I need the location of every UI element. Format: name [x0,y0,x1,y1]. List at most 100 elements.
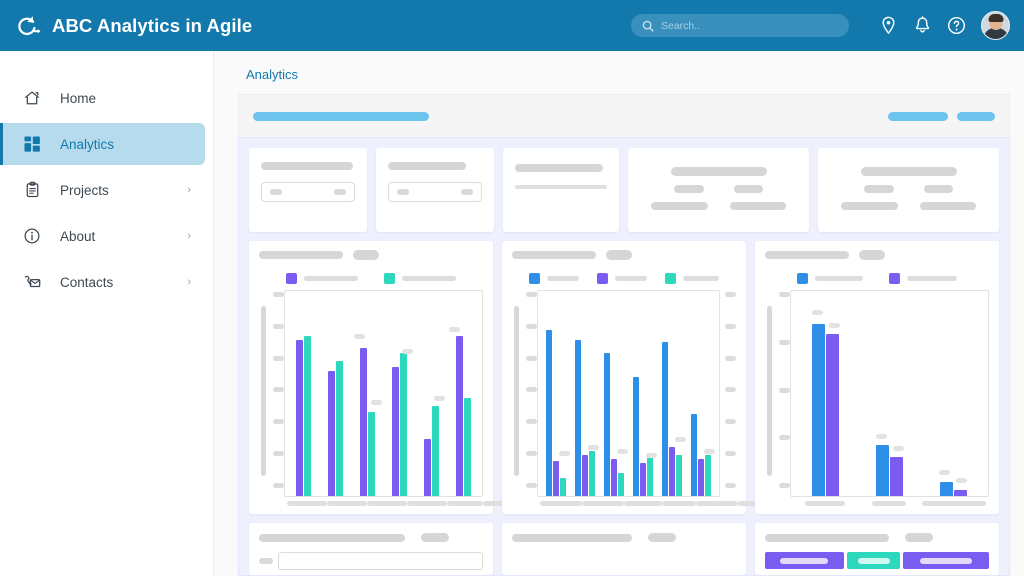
bar[interactable] [431,405,439,496]
bar[interactable] [640,463,647,496]
sidebar-item-home[interactable]: Home [0,77,205,119]
bell-icon[interactable] [905,9,939,43]
bar[interactable] [698,459,705,496]
bar[interactable] [559,477,566,496]
input-left-marker [397,189,409,195]
bar[interactable] [581,455,588,496]
bar[interactable] [647,457,654,496]
bar[interactable] [633,377,640,496]
chart-header [259,250,483,260]
bar[interactable] [890,457,903,496]
toolbar-primary-bar[interactable] [253,111,429,121]
bar[interactable] [463,397,471,496]
segment-bar[interactable] [903,552,989,569]
brand[interactable]: ABC Analytics in Agile [14,13,252,39]
bar[interactable] [669,446,676,496]
filter-card-1[interactable] [249,148,367,232]
stat-card-5[interactable] [818,148,999,232]
stat-title-bar [860,167,957,176]
stat-card-4[interactable] [628,148,809,232]
bar-value-label [434,395,446,401]
bar-group [320,291,352,496]
bar[interactable] [399,352,407,496]
sidebar-item-label: Analytics [60,136,115,152]
bar-value-label [370,399,382,405]
sidebar-item-about[interactable]: About › [0,215,205,257]
filter-card-2[interactable] [376,148,494,232]
bar[interactable] [603,352,610,496]
legend-entry[interactable] [529,273,579,284]
bar[interactable] [360,348,368,496]
legend-entry[interactable] [597,273,647,284]
legend-entry[interactable] [286,273,358,284]
toolbar-action-bar-1[interactable] [888,111,948,121]
bar[interactable] [391,366,399,496]
input-right-marker [334,189,346,195]
bar[interactable] [705,455,712,496]
legend-label [683,276,719,281]
bar[interactable] [455,336,463,496]
bar[interactable] [545,329,552,496]
bar[interactable] [662,342,669,496]
table-card[interactable] [249,523,493,575]
card-input-field[interactable] [261,182,355,202]
bar[interactable] [296,340,304,496]
y-tick [273,451,284,457]
legend-entry[interactable] [889,273,957,284]
segment-card[interactable] [755,523,999,575]
sidebar-item-contacts[interactable]: Contacts › [0,261,205,303]
help-circle-icon[interactable] [939,9,973,43]
y-axis-ticks [273,290,284,506]
location-pin-icon[interactable] [871,9,905,43]
y-tick-right [725,355,736,361]
bar[interactable] [423,438,431,496]
bar[interactable] [617,473,624,496]
sidebar-item-analytics[interactable]: Analytics [0,123,205,165]
bar[interactable] [574,340,581,496]
chart-title-bar [512,251,596,259]
segment-bar[interactable] [846,552,901,569]
bar[interactable] [676,455,683,496]
user-avatar[interactable] [981,11,1010,40]
card-input-field[interactable] [388,182,482,202]
table-body[interactable] [278,552,483,570]
chart-card-2[interactable] [502,241,778,514]
plain-card[interactable] [502,523,746,575]
text-card-3[interactable] [503,148,619,232]
bar[interactable] [953,489,967,496]
bar-value-label [353,334,365,340]
legend-entry[interactable] [797,273,863,284]
bar[interactable] [691,414,698,496]
bar[interactable] [328,370,336,496]
sidebar-item-projects[interactable]: Projects › [0,169,205,211]
bottom-card-row [249,523,999,575]
segment-bar[interactable] [765,552,844,569]
y-tick [779,292,790,297]
bar[interactable] [552,461,559,496]
bar[interactable] [939,481,953,496]
x-axis-labels [790,497,989,506]
bar[interactable] [826,334,840,496]
chart-card-1[interactable] [249,241,525,514]
x-label-wrap [287,501,327,506]
legend-entry[interactable] [665,273,719,284]
bar[interactable] [368,411,376,496]
y-tick-right [725,323,736,329]
bar[interactable] [588,450,595,496]
search-input[interactable]: Search.. [631,14,849,37]
bar[interactable] [812,323,826,496]
bar[interactable] [876,444,889,496]
dashboard-grid-icon [22,134,42,154]
toolbar-action-bar-2[interactable] [957,111,995,121]
bar-value-label [675,436,687,442]
bar[interactable] [610,459,617,496]
bar[interactable] [336,360,344,496]
chart-card-3[interactable] [755,241,999,514]
legend-label [304,276,358,281]
breadcrumb[interactable]: Analytics [214,51,1024,94]
stat-value-1 [674,185,704,193]
sidebar-item-label: Projects [60,182,109,198]
bar-group [858,291,922,496]
legend-entry[interactable] [384,273,456,284]
bar[interactable] [304,336,312,496]
